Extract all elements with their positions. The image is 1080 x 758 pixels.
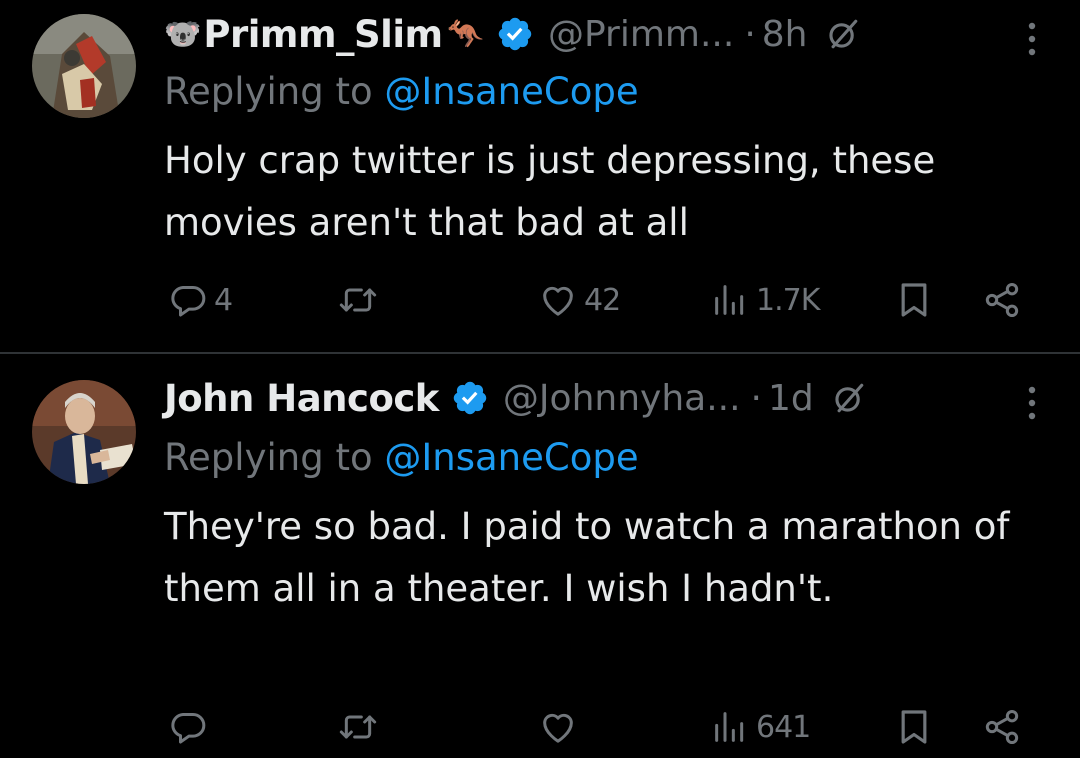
- display-name[interactable]: John Hancock: [164, 377, 439, 420]
- tweet[interactable]: John Hancock @Johnnyha... · 1d Replying …: [0, 354, 1080, 758]
- share-icon: [985, 283, 1019, 317]
- more-icon[interactable]: [1028, 386, 1036, 420]
- tweet-header: John Hancock @Johnnyha... · 1d: [164, 372, 866, 424]
- verified-badge-icon: [498, 17, 532, 51]
- avatar[interactable]: [32, 380, 136, 484]
- bookmark-button[interactable]: [894, 702, 934, 752]
- replying-prefix: Replying to: [164, 436, 385, 479]
- display-name[interactable]: Primm_Slim: [203, 13, 443, 56]
- reply-button[interactable]: 4: [168, 275, 233, 325]
- timestamp[interactable]: 1d: [768, 378, 814, 419]
- koala-emoji: 🐨: [164, 16, 202, 52]
- tweet-text: Holy crap twitter is just depressing, th…: [164, 139, 936, 244]
- views-button[interactable]: 1.7K: [710, 275, 820, 325]
- handle[interactable]: @Primm...: [548, 14, 734, 55]
- retweet-button[interactable]: [338, 702, 384, 752]
- grok-icon[interactable]: [832, 381, 866, 415]
- replying-prefix: Replying to: [164, 70, 385, 113]
- like-button[interactable]: 42: [538, 275, 621, 325]
- replying-to-mention[interactable]: @InsaneCope: [384, 436, 638, 479]
- verified-badge-icon: [453, 381, 487, 415]
- timestamp[interactable]: 8h: [762, 14, 808, 55]
- replying-to-mention[interactable]: @InsaneCope: [384, 70, 638, 113]
- bookmark-icon: [901, 283, 927, 317]
- share-icon: [985, 710, 1019, 744]
- like-button[interactable]: [538, 702, 584, 752]
- tweet-header: 🐨 Primm_Slim 🦘 @Primm... · 8h: [164, 8, 860, 60]
- reply-count: 4: [214, 282, 233, 318]
- separator-dot: ·: [744, 13, 756, 55]
- handle[interactable]: @Johnnyha...: [503, 378, 741, 419]
- grok-icon[interactable]: [826, 17, 860, 51]
- action-bar: 4 42 1.7K: [164, 275, 1044, 325]
- tweet-text: They're so bad. I paid to watch a marath…: [164, 505, 1010, 610]
- view-count: 641: [756, 709, 811, 745]
- share-button[interactable]: [982, 702, 1022, 752]
- replying-to: Replying to @InsaneCope: [164, 436, 639, 479]
- reply-icon: [171, 286, 206, 317]
- action-bar: 641: [164, 702, 1044, 752]
- kangaroo-emoji: 🦘: [446, 16, 484, 52]
- share-button[interactable]: [982, 275, 1022, 325]
- like-count: 42: [584, 282, 621, 318]
- separator-dot: ·: [750, 377, 762, 419]
- heart-icon: [543, 286, 573, 316]
- retweet-icon: [339, 715, 377, 739]
- bookmark-button[interactable]: [894, 275, 934, 325]
- bookmark-icon: [901, 710, 927, 744]
- retweet-button[interactable]: [338, 275, 384, 325]
- views-icon: [715, 712, 744, 742]
- view-count: 1.7K: [756, 282, 820, 318]
- more-icon[interactable]: [1028, 22, 1036, 56]
- heart-icon: [543, 713, 573, 743]
- reply-button[interactable]: [168, 702, 214, 752]
- views-button[interactable]: 641: [710, 702, 811, 752]
- replying-to: Replying to @InsaneCope: [164, 70, 639, 113]
- avatar[interactable]: [32, 14, 136, 118]
- retweet-icon: [339, 288, 377, 312]
- reply-icon: [171, 713, 206, 744]
- tweet[interactable]: 🐨 Primm_Slim 🦘 @Primm... · 8h Replying t…: [0, 0, 1080, 352]
- views-icon: [715, 285, 744, 315]
